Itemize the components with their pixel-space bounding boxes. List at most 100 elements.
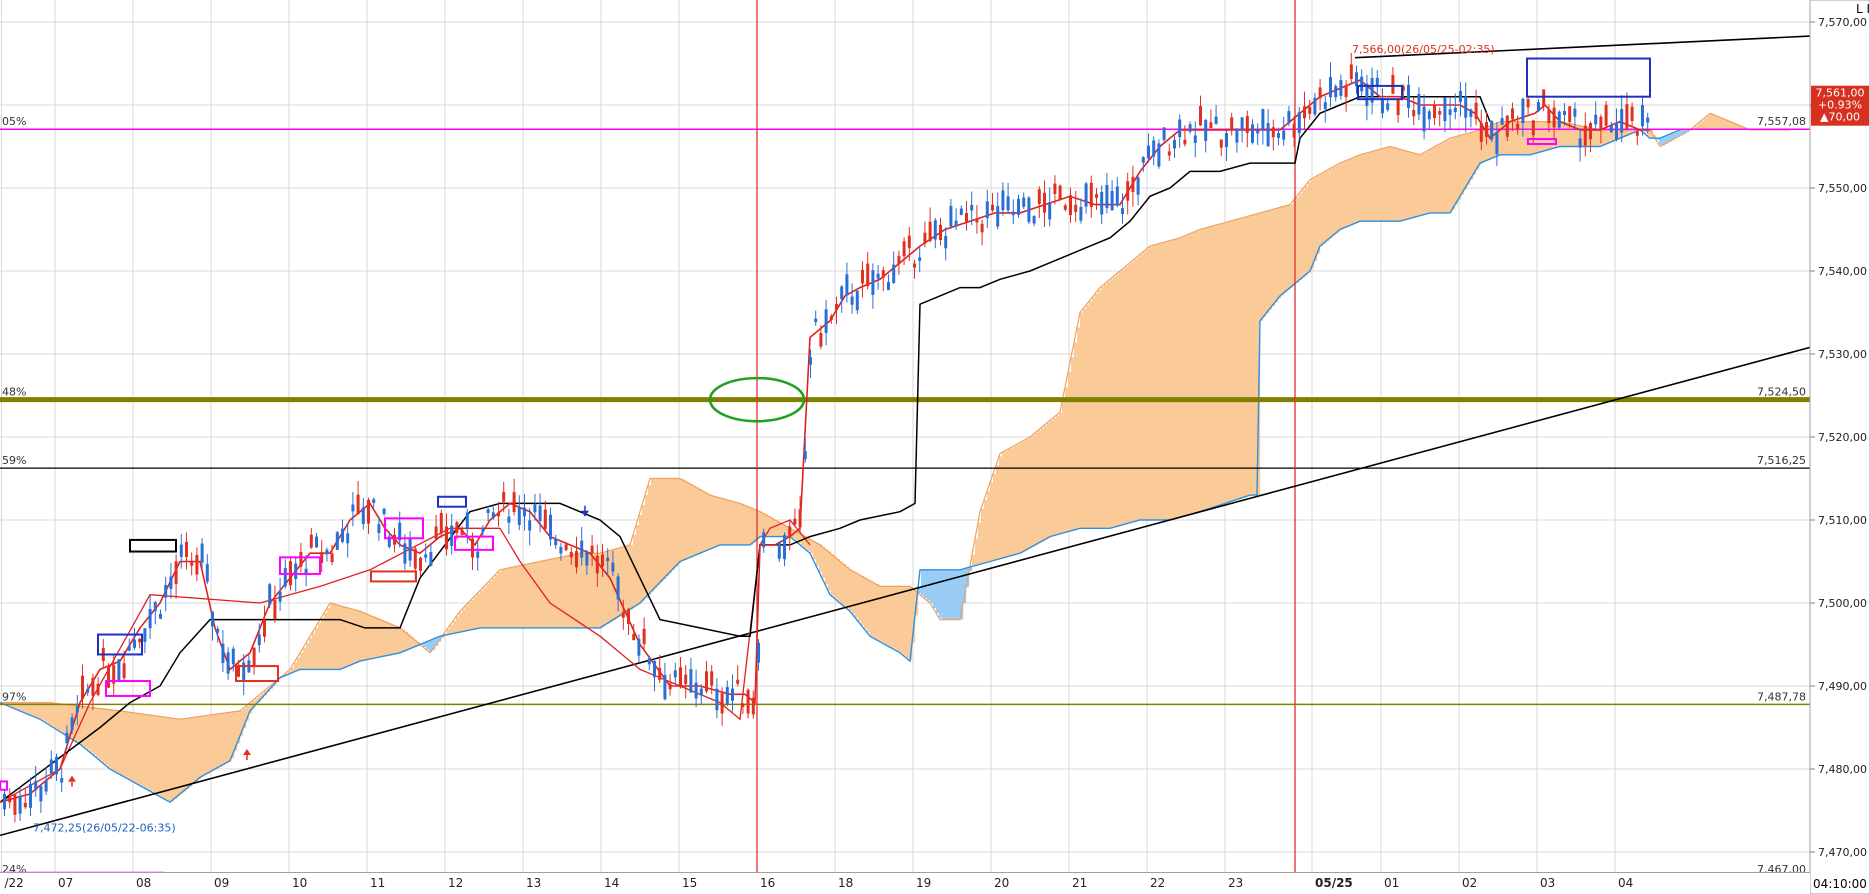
candle-body — [1495, 132, 1499, 155]
cloud-slice — [1311, 179, 1315, 269]
cloud-slice — [1377, 150, 1381, 222]
y-tick-label: 7,540,00 — [1818, 265, 1867, 278]
cloud-slice — [1275, 208, 1279, 303]
cloud-slice — [1254, 214, 1258, 496]
candle-body — [632, 634, 636, 641]
cloud-slice — [45, 702, 49, 723]
candle-body — [575, 551, 578, 568]
y-tick-label: 7,490,00 — [1818, 680, 1867, 693]
candle-body — [897, 256, 901, 264]
cloud-slice — [471, 599, 475, 630]
cloud-slice — [510, 567, 514, 628]
cloud-slice — [321, 617, 325, 670]
price-annotation: 7,472,25(26/05/22-06:35) — [33, 821, 176, 834]
candle-body — [190, 560, 194, 566]
cloud-slice — [1245, 217, 1249, 497]
candle-body — [1209, 122, 1213, 128]
candle-body — [1334, 86, 1338, 98]
cloud-slice — [201, 716, 205, 777]
candle-body — [408, 538, 412, 561]
cloud-slice — [1140, 254, 1144, 520]
cloud-slice — [1398, 148, 1402, 222]
cloud-slice — [1713, 114, 1717, 130]
cloud-slice — [552, 559, 556, 628]
cloud-slice — [330, 603, 334, 670]
x-tick-label: /22 — [5, 876, 24, 890]
candle-body — [694, 682, 698, 699]
candle-body — [315, 536, 318, 548]
cloud-slice — [1107, 281, 1111, 529]
cloud-slice — [126, 711, 130, 778]
candle-body — [1297, 112, 1301, 133]
cloud-slice — [1131, 261, 1135, 523]
candle-body — [954, 220, 958, 227]
cloud-slice — [360, 611, 364, 662]
cloud-slice — [1005, 450, 1009, 558]
cloud-slice — [1032, 435, 1036, 547]
cloud-slice — [1086, 305, 1090, 529]
candle-body — [330, 553, 334, 563]
candle-body — [127, 646, 131, 651]
cloud-slice — [1182, 236, 1186, 517]
candle-body — [221, 643, 225, 664]
candle-body — [1412, 110, 1416, 117]
cloud-slice — [1419, 154, 1423, 216]
cloud-slice — [687, 482, 691, 559]
candle-body — [502, 491, 506, 502]
cloud-slice — [999, 456, 1003, 560]
candle-body — [325, 549, 329, 555]
candle-body — [871, 270, 875, 295]
cloud-slice — [1470, 132, 1474, 180]
cloud-slice — [339, 605, 343, 670]
corner-label: L I — [1856, 2, 1870, 16]
cloud-slice — [396, 626, 400, 654]
candle-body — [1277, 133, 1280, 138]
cloud-slice — [897, 586, 901, 652]
cloud-slice — [654, 478, 658, 589]
ichimoku-candlestick-chart[interactable]: 05% 7,557,08 48% 7,524,50 59% 7,516,25 97% 7,48… — [0, 0, 1870, 894]
candle-body — [710, 671, 714, 686]
candle-body — [1391, 75, 1395, 94]
cloud-slice — [1320, 174, 1324, 247]
candle-body — [91, 677, 95, 696]
cloud-slice — [1194, 231, 1198, 514]
cloud-slice — [465, 606, 469, 632]
y-tick-label: 7,480,00 — [1818, 763, 1867, 776]
candle-body — [1089, 182, 1093, 207]
cloud-slice — [705, 492, 709, 552]
cloud-slice — [318, 622, 322, 670]
candle-body — [377, 524, 381, 533]
candle-body — [439, 512, 443, 534]
cloud-slice — [930, 569, 934, 603]
candle-body — [1547, 109, 1551, 124]
candle-body — [569, 551, 573, 558]
cloud-slice — [300, 652, 304, 670]
cloud-slice — [717, 497, 721, 547]
cloud-slice — [42, 702, 46, 721]
candle-body — [1235, 128, 1239, 143]
cloud-slice — [1191, 233, 1195, 515]
cloud-slice — [1188, 234, 1192, 516]
cloud-slice — [474, 596, 478, 630]
cloud-slice — [1185, 235, 1189, 516]
candle-body — [637, 639, 641, 656]
cloud-slice — [633, 534, 637, 608]
cloud-slice — [996, 465, 1000, 560]
candle-body — [252, 647, 256, 667]
cloud-slice — [1266, 211, 1270, 314]
cloud-slice — [1302, 189, 1306, 278]
cloud-slice — [459, 612, 463, 633]
candle-body — [23, 802, 27, 808]
cloud-slice — [1209, 227, 1213, 509]
cloud-slice — [123, 711, 127, 777]
candle-body — [944, 235, 948, 249]
candle-body — [1589, 123, 1592, 140]
cloud-slice — [1056, 415, 1060, 535]
cloud-slice — [1407, 151, 1411, 220]
cloud-slice — [822, 546, 826, 579]
cloud-slice — [831, 554, 835, 596]
cloud-slice — [639, 515, 643, 604]
candle-body — [627, 609, 630, 624]
cloud-slice — [906, 586, 910, 658]
candle-body — [788, 526, 792, 536]
